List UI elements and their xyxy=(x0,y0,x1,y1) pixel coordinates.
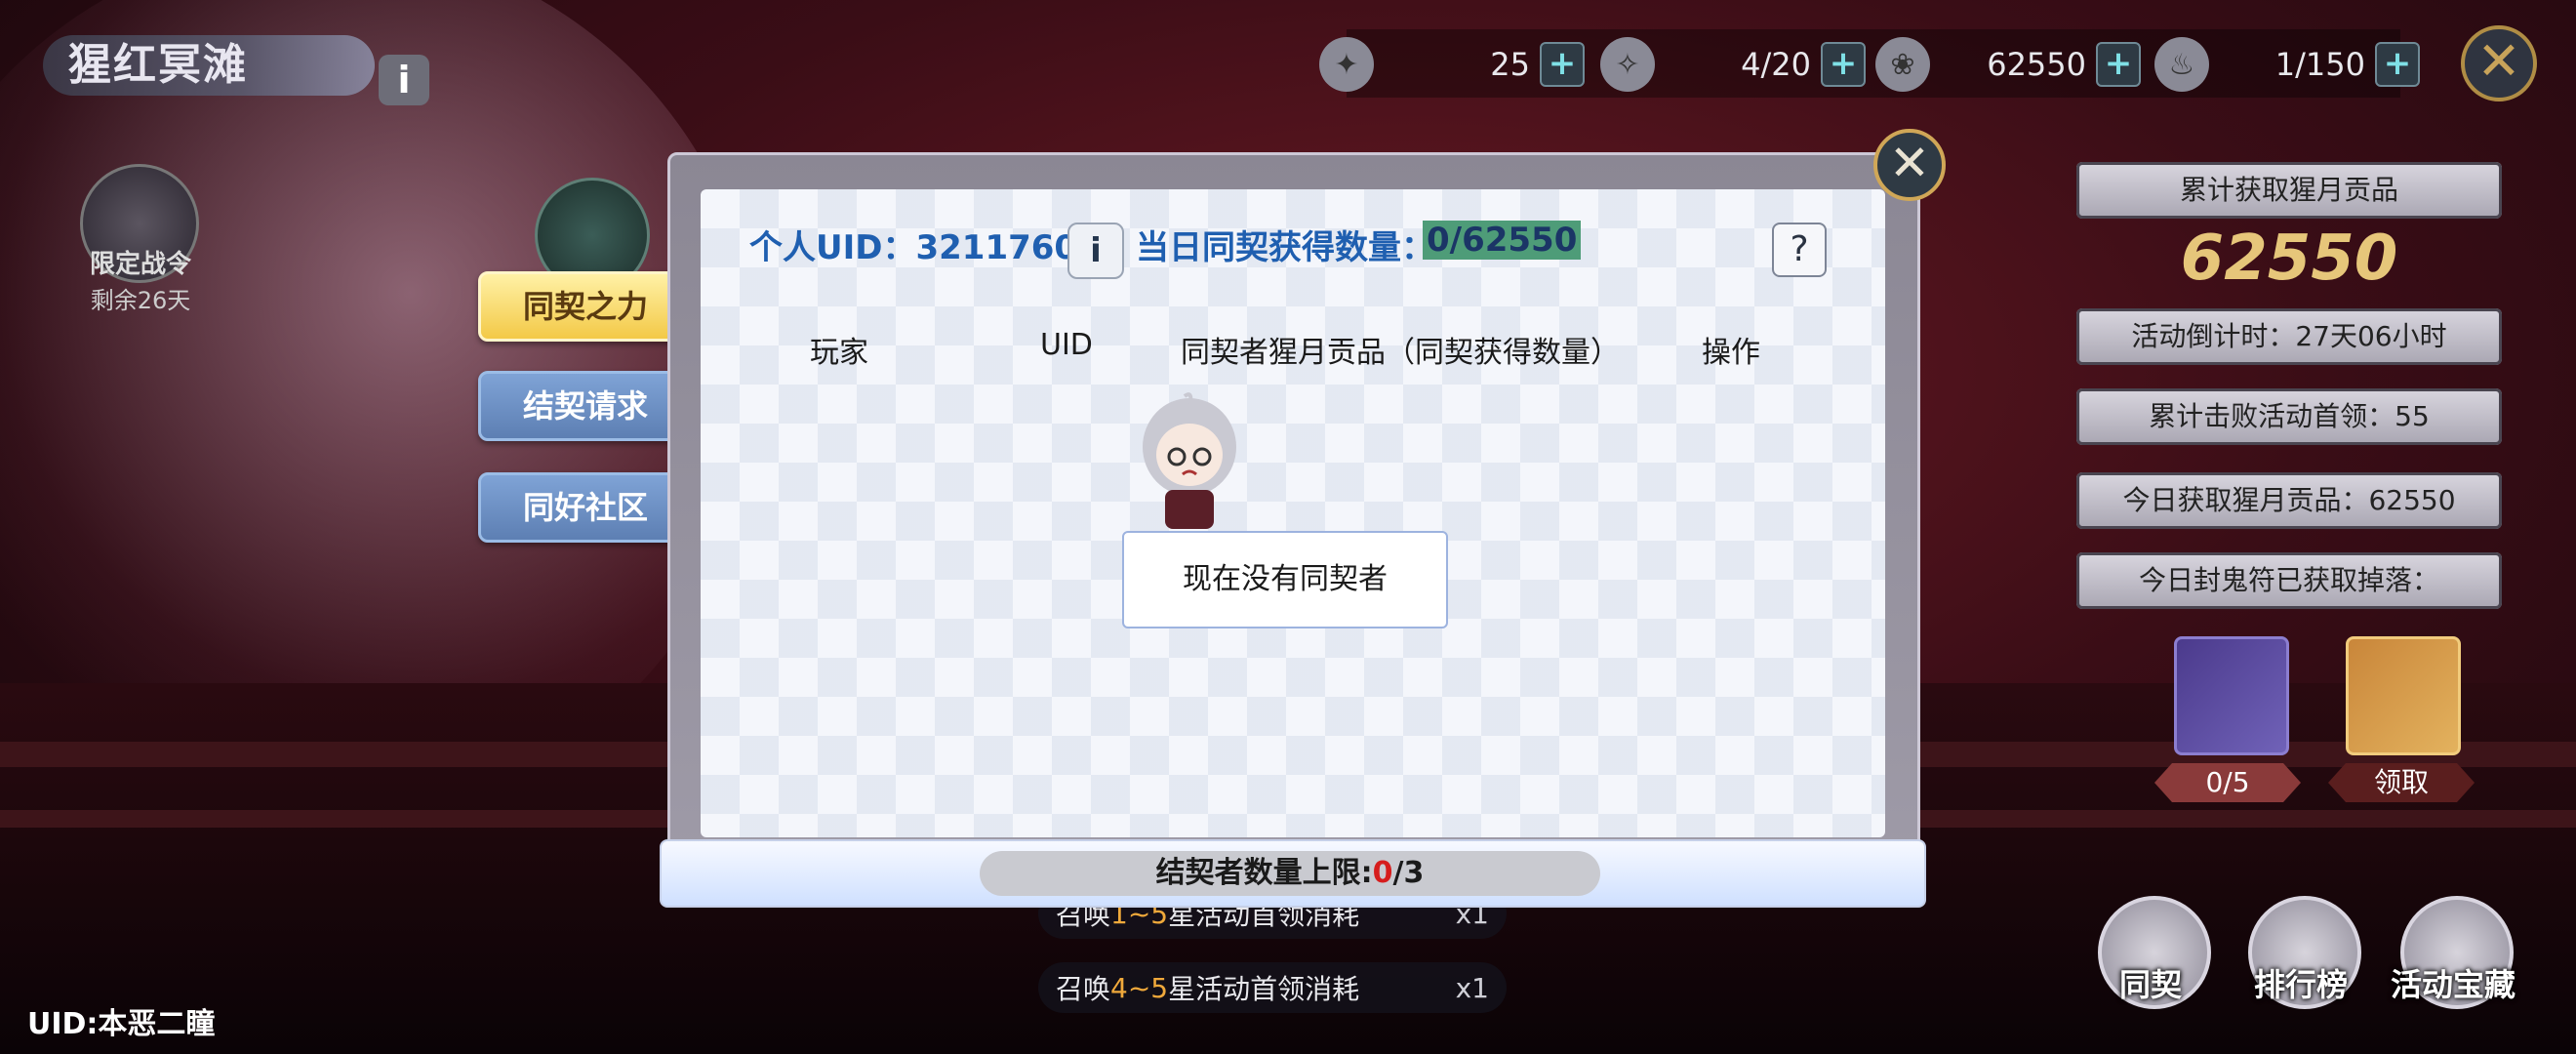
total-tribute-value: 62550 xyxy=(2180,223,2398,295)
today-talisman-text: 今日封鬼符已获取掉落： xyxy=(2076,552,2502,609)
daily-bond-max: /62550 xyxy=(1449,221,1578,260)
resource-value: 25 xyxy=(1490,46,1530,83)
bond-info-button[interactable]: i xyxy=(1067,223,1124,279)
resource-value: 4/20 xyxy=(1741,46,1811,83)
bond-limit-current: 0 xyxy=(1372,856,1393,890)
personal-uid: 个人UID：3211760 xyxy=(749,228,1078,267)
add-talisman-button[interactable]: + xyxy=(1540,42,1585,87)
resource-ticket: ✧ 4/20 + xyxy=(1600,37,1866,92)
column-header-player: 玩家 xyxy=(810,336,868,370)
bond-modal-panel xyxy=(701,189,1885,837)
today-tribute-text: 今日获取猩月贡品：62550 xyxy=(2076,472,2502,529)
resource-value: 62550 xyxy=(1987,46,2086,83)
event-treasure-button-label: 活动宝藏 xyxy=(2390,966,2516,1003)
total-tribute-label: 累计获取猩月贡品 xyxy=(2076,162,2502,219)
resource-value: 1/150 xyxy=(2274,46,2365,83)
task-prefix: 召唤 xyxy=(1056,973,1111,1005)
task-range: 4~5 xyxy=(1110,971,1169,1004)
task-cost: x1 xyxy=(1455,971,1489,1004)
event-title: 猩红冥滩 xyxy=(68,40,248,90)
battle-pass-label: 限定战令 xyxy=(89,250,191,279)
add-lotus-button[interactable]: + xyxy=(2096,42,2141,87)
column-header-tribute: 同契者猩月贡品（同契获得数量） xyxy=(1181,336,1620,370)
add-drumstick-button[interactable]: + xyxy=(2375,42,2420,87)
ticket-icon: ✧ xyxy=(1600,37,1655,92)
column-header-action: 操作 xyxy=(1702,336,1760,370)
lotus-icon: ❀ xyxy=(1875,37,1930,92)
event-info-button[interactable]: i xyxy=(379,55,429,105)
column-header-uid: UID xyxy=(1040,328,1093,362)
bond-limit-label: 结契者数量上限: xyxy=(1155,856,1373,890)
modal-close-button[interactable]: ✕ xyxy=(1873,129,1946,201)
close-event-button[interactable]: ✕ xyxy=(2461,25,2537,101)
tab-community[interactable]: 同好社区 xyxy=(478,472,693,543)
task-row-summon-4-5[interactable]: 召唤 4~5 星活动首领消耗 x1 xyxy=(1038,962,1507,1013)
tab-bond-requests[interactable]: 结契请求 xyxy=(478,371,693,441)
resource-lotus: ❀ 62550 + xyxy=(1875,37,2141,92)
bosses-defeated-text: 累计击败活动首领：55 xyxy=(2076,388,2502,445)
bond-button-label: 同契 xyxy=(2118,966,2182,1003)
resource-talisman: ✦ 25 + xyxy=(1319,37,1585,92)
daily-bond-value: 0/62550 xyxy=(1423,221,1582,260)
battle-pass-remaining: 剩余26天 xyxy=(90,287,191,314)
claim-reward-button[interactable]: 领取 xyxy=(2328,763,2475,802)
drumstick-icon: ♨ xyxy=(2154,37,2209,92)
daily-bond-label: 当日同契获得数量： xyxy=(1136,228,1434,267)
talisman-reward-card[interactable] xyxy=(2174,636,2289,755)
talisman-reward-progress: 0/5 xyxy=(2154,763,2301,802)
scroll-reward-card[interactable] xyxy=(2346,636,2461,755)
leaderboard-button-label: 排行榜 xyxy=(2253,966,2348,1003)
help-button[interactable]: ? xyxy=(1772,223,1827,277)
sealed-talisman-icon: ✦ xyxy=(1319,37,1374,92)
add-ticket-button[interactable]: + xyxy=(1821,42,1866,87)
resource-drumstick: ♨ 1/150 + xyxy=(2154,37,2420,92)
tab-bond-power[interactable]: 同契之力 xyxy=(478,271,693,342)
bond-limit-indicator: 结契者数量上限:0/3 xyxy=(980,851,1600,896)
daily-bond-current: 0 xyxy=(1427,221,1450,260)
bond-limit-max: /3 xyxy=(1392,856,1425,890)
empty-bond-message: 现在没有同契者 xyxy=(1122,531,1448,628)
countdown-text: 活动倒计时：27天06小时 xyxy=(2076,308,2502,365)
task-suffix: 星活动首领消耗 xyxy=(1168,973,1360,1005)
chibi-character-icon xyxy=(1143,392,1236,529)
player-uid: UID:本恶二瞳 xyxy=(27,1007,216,1041)
